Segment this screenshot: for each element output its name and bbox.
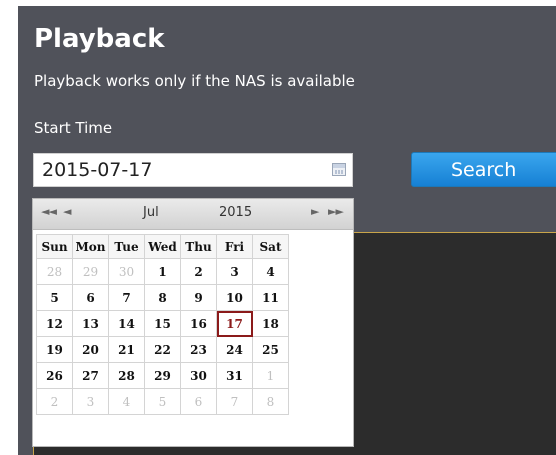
date-picker: ◄◄ ◄ Jul 2015 ► ►► Sun Mon Tue Wed Thu F… (32, 198, 354, 447)
calendar-day[interactable]: 3 (72, 388, 109, 415)
calendar-day[interactable]: 11 (252, 284, 289, 311)
calendar-day[interactable]: 5 (36, 284, 73, 311)
calendar-day[interactable]: 6 (180, 388, 217, 415)
calendar-week-row: 2345678 (36, 388, 289, 415)
calendar-icon[interactable] (332, 163, 346, 176)
page-title: Playback (34, 24, 165, 54)
playback-panel: Playback Playback works only if the NAS … (18, 6, 556, 455)
calendar-day[interactable]: 1 (144, 258, 181, 285)
calendar-day[interactable]: 15 (144, 310, 181, 337)
calendar-day[interactable]: 28 (36, 258, 73, 285)
calendar-day[interactable]: 12 (36, 310, 73, 337)
calendar-day[interactable]: 4 (108, 388, 145, 415)
calendar-day[interactable]: 18 (252, 310, 289, 337)
calendar-day[interactable]: 13 (72, 310, 109, 337)
calendar-week-row: 19 20 21 22 23 24 25 (36, 336, 289, 363)
calendar-day[interactable]: 23 (180, 336, 217, 363)
weekday-label: Fri (216, 234, 253, 259)
search-button[interactable]: Search (411, 152, 556, 187)
next-month-icon[interactable]: ► (311, 205, 320, 218)
calendar-day[interactable]: 3 (216, 258, 253, 285)
prev-year-icon[interactable]: ◄◄ (41, 205, 57, 218)
calendar-day[interactable]: 25 (252, 336, 289, 363)
calendar-day[interactable]: 1 (252, 362, 289, 389)
month-label[interactable]: Jul (143, 205, 159, 220)
prev-month-icon[interactable]: ◄ (63, 205, 72, 218)
weekday-label: Sun (36, 234, 73, 259)
calendar-day[interactable]: 8 (252, 388, 289, 415)
calendar-day[interactable]: 10 (216, 284, 253, 311)
weekday-label: Tue (108, 234, 145, 259)
calendar-day[interactable]: 20 (72, 336, 109, 363)
calendar-day[interactable]: 14 (108, 310, 145, 337)
calendar-week-row: 5 6 7 8 9 10 11 (36, 284, 289, 311)
weekday-label: Wed (144, 234, 181, 259)
calendar-day[interactable]: 6 (72, 284, 109, 311)
weekday-label: Thu (180, 234, 217, 259)
calendar-day[interactable]: 2 (180, 258, 217, 285)
calendar-day[interactable]: 22 (144, 336, 181, 363)
calendar-day[interactable]: 30 (108, 258, 145, 285)
start-time-label: Start Time (34, 119, 113, 137)
calendar-day[interactable]: 29 (144, 362, 181, 389)
calendar-day[interactable]: 19 (36, 336, 73, 363)
calendar-day[interactable]: 26 (36, 362, 73, 389)
calendar-grid: Sun Mon Tue Wed Thu Fri Sat 28 29 30 1 2 3 4 5 6… (36, 234, 289, 415)
weekday-label: Sat (252, 234, 289, 259)
date-picker-header: ◄◄ ◄ Jul 2015 ► ►► (33, 199, 353, 230)
next-year-icon[interactable]: ►► (328, 205, 344, 218)
year-label[interactable]: 2015 (219, 205, 252, 220)
nas-notice: Playback works only if the NAS is availa… (34, 72, 355, 90)
calendar-week-row: 26 27 28 29 30 31 1 (36, 362, 289, 389)
calendar-day[interactable]: 28 (108, 362, 145, 389)
calendar-day[interactable]: 29 (72, 258, 109, 285)
weekday-label: Mon (72, 234, 109, 259)
calendar-day[interactable]: 31 (216, 362, 253, 389)
calendar-week-row: 12 13 14 15 16 17 18 (36, 310, 289, 337)
calendar-day[interactable]: 2 (36, 388, 73, 415)
calendar-day[interactable]: 24 (216, 336, 253, 363)
calendar-day[interactable]: 4 (252, 258, 289, 285)
calendar-day-selected[interactable]: 17 (216, 310, 253, 337)
calendar-week-row: 28 29 30 1 2 3 4 (36, 258, 289, 285)
calendar-day[interactable]: 7 (216, 388, 253, 415)
calendar-day[interactable]: 8 (144, 284, 181, 311)
calendar-day[interactable]: 9 (180, 284, 217, 311)
calendar-day[interactable]: 27 (72, 362, 109, 389)
calendar-day[interactable]: 5 (144, 388, 181, 415)
calendar-day[interactable]: 30 (180, 362, 217, 389)
weekday-header-row: Sun Mon Tue Wed Thu Fri Sat (36, 234, 289, 259)
calendar-day[interactable]: 21 (108, 336, 145, 363)
start-time-input[interactable] (33, 153, 353, 187)
calendar-day[interactable]: 7 (108, 284, 145, 311)
calendar-day[interactable]: 16 (180, 310, 217, 337)
